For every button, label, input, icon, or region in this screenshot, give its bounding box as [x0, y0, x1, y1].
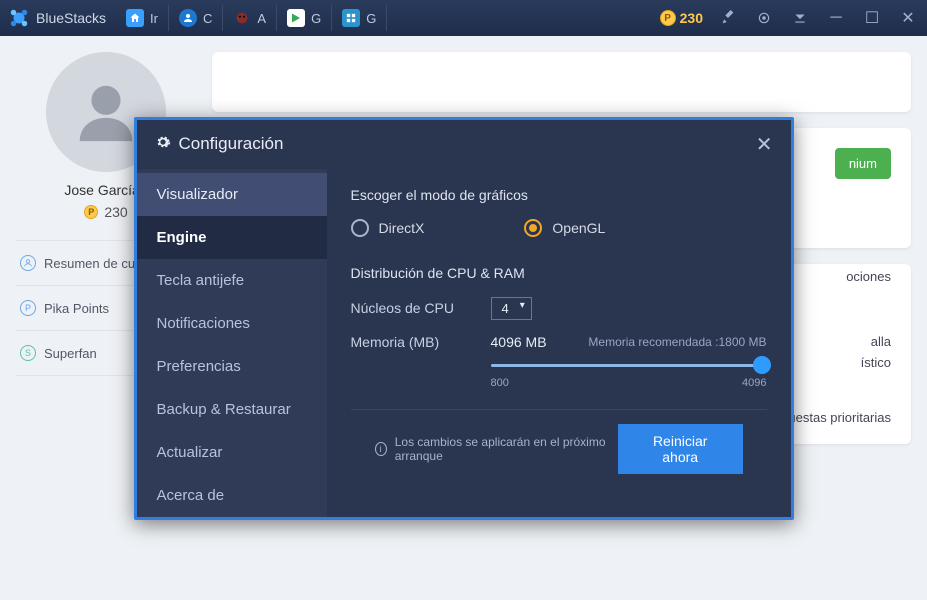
memory-value: 4096 MB [491, 334, 547, 350]
title-tab-0[interactable]: Ir [116, 5, 169, 31]
tab-label: A [257, 11, 266, 26]
restart-button[interactable]: Reiniciar ahora [618, 424, 743, 474]
radio-icon [351, 219, 369, 237]
close-icon[interactable]: ✕ [756, 132, 773, 157]
titlebar: BlueStacks Ir C A G G P230 ─ ☐ ✕ [0, 0, 927, 36]
slider-max: 4096 [742, 377, 766, 389]
modal-content: Escoger el modo de gráficos DirectX Open… [327, 169, 791, 517]
points-chip[interactable]: P230 [660, 10, 703, 26]
location-icon[interactable] [753, 7, 775, 29]
points-value: 230 [680, 10, 703, 26]
chevron-down-icon[interactable] [789, 7, 811, 29]
radio-label: OpenGL [552, 220, 605, 236]
title-tab-1[interactable]: C [169, 5, 223, 31]
graphics-section-label: Escoger el modo de gráficos [351, 187, 767, 203]
modal-body: Visualizador Engine Tecla antijefe Notif… [137, 169, 791, 517]
slider-thumb[interactable] [753, 356, 771, 374]
play-icon [287, 9, 305, 27]
memory-row: Memoria (MB) 4096 MB Memoria recomendada… [351, 334, 767, 350]
modal-header: Configuración ✕ [137, 120, 791, 169]
nav-preferencias[interactable]: Preferencias [137, 345, 327, 388]
home-icon [126, 9, 144, 27]
brush-icon[interactable] [717, 7, 739, 29]
app-logo-icon [8, 7, 30, 29]
footer-info-text: Los cambios se aplicarán en el próximo a… [395, 435, 618, 463]
radio-directx[interactable]: DirectX [351, 219, 425, 237]
title-tab-3[interactable]: G [277, 5, 332, 31]
nav-visualizador[interactable]: Visualizador [137, 173, 327, 216]
nav-notificaciones[interactable]: Notificaciones [137, 302, 327, 345]
radio-opengl[interactable]: OpenGL [524, 219, 605, 237]
app-title: BlueStacks [36, 10, 106, 26]
tab-label: G [366, 11, 376, 26]
graphics-radio-row: DirectX OpenGL [351, 219, 767, 237]
title-tab-4[interactable]: G [332, 5, 387, 31]
modal-overlay: Configuración ✕ Visualizador Engine Tecl… [0, 36, 927, 600]
close-button[interactable]: ✕ [897, 7, 919, 29]
contact-icon [179, 9, 197, 27]
slider-track [491, 364, 767, 367]
cpu-cores-select[interactable]: 4 [491, 297, 532, 320]
settings-modal: Configuración ✕ Visualizador Engine Tecl… [134, 117, 794, 520]
modal-nav: Visualizador Engine Tecla antijefe Notif… [137, 169, 327, 517]
cpu-label: Núcleos de CPU [351, 300, 491, 316]
grid-icon [342, 9, 360, 27]
memory-label: Memoria (MB) [351, 334, 491, 350]
coin-icon: P [660, 10, 676, 26]
tab-label: C [203, 11, 212, 26]
nav-tecla-antijefe[interactable]: Tecla antijefe [137, 259, 327, 302]
memory-slider[interactable]: 800 4096 [491, 364, 767, 389]
maximize-button[interactable]: ☐ [861, 7, 883, 29]
title-tab-2[interactable]: A [223, 5, 277, 31]
minimize-button[interactable]: ─ [825, 7, 847, 29]
radio-label: DirectX [379, 220, 425, 236]
nav-engine[interactable]: Engine [137, 216, 327, 259]
modal-footer: i Los cambios se aplicarán en el próximo… [351, 409, 767, 488]
cpu-cores-row: Núcleos de CPU 4 [351, 297, 767, 320]
tab-strip: Ir C A G G [116, 5, 387, 31]
nav-acerca-de[interactable]: Acerca de [137, 474, 327, 517]
tab-label: G [311, 11, 321, 26]
titlebar-right: P230 ─ ☐ ✕ [660, 7, 919, 29]
app-icon [233, 9, 251, 27]
cpuram-section-label: Distribución de CPU & RAM [351, 265, 767, 281]
gear-icon [155, 134, 171, 155]
memory-recommended: Memoria recomendada :1800 MB [588, 335, 766, 349]
modal-title: Configuración [179, 134, 284, 154]
radio-icon [524, 219, 542, 237]
tab-label: Ir [150, 11, 158, 26]
nav-actualizar[interactable]: Actualizar [137, 431, 327, 474]
nav-backup-restaurar[interactable]: Backup & Restaurar [137, 388, 327, 431]
slider-min: 800 [491, 377, 509, 389]
info-icon: i [375, 442, 387, 456]
footer-info: i Los cambios se aplicarán en el próximo… [375, 435, 618, 463]
slider-labels: 800 4096 [491, 377, 767, 389]
